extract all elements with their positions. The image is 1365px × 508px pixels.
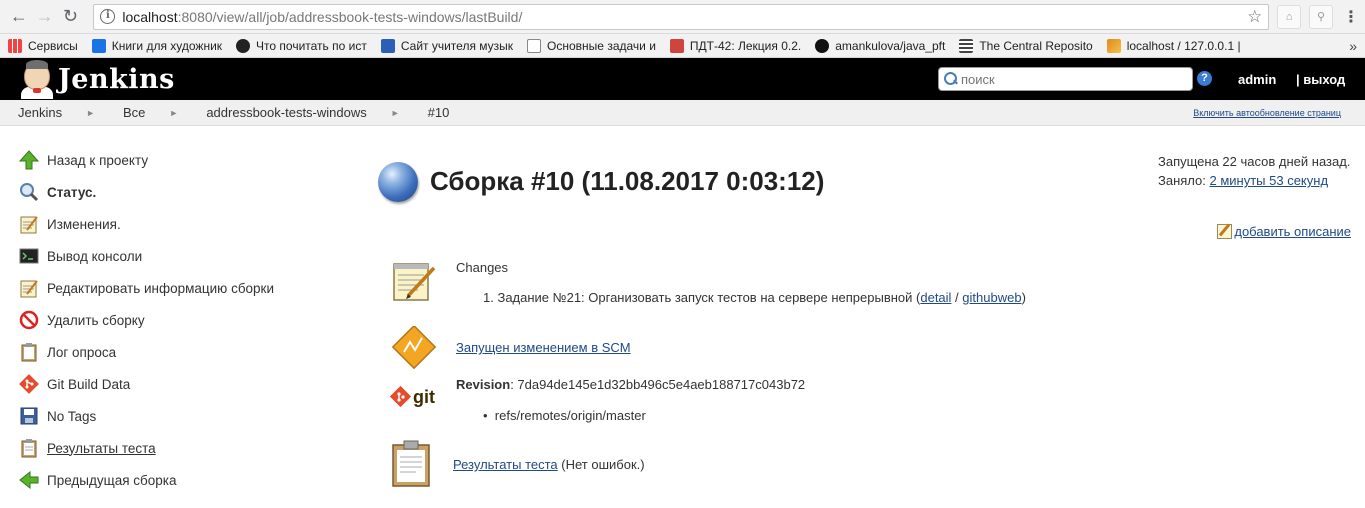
user-link[interactable]: admin xyxy=(1238,72,1276,87)
task-console-output[interactable]: Вывод консоли xyxy=(18,240,318,272)
extension-search-icon[interactable]: ⚲ xyxy=(1309,4,1333,29)
task-polling-log[interactable]: Лог опроса xyxy=(18,336,318,368)
change-detail-link[interactable]: detail xyxy=(920,290,951,305)
bullet: • xyxy=(483,408,495,423)
clipboard-icon xyxy=(390,440,434,491)
build-status-ball-icon xyxy=(378,162,418,202)
up-arrow-icon xyxy=(18,149,40,171)
task-no-tags[interactable]: No Tags xyxy=(18,400,318,432)
jenkins-header: Jenkins ? admin | выход xyxy=(0,58,1365,100)
bookmark-item[interactable]: Основные задачи и xyxy=(527,38,656,53)
board-icon xyxy=(527,38,542,53)
no-entry-icon xyxy=(18,309,40,331)
breadcrumb-jenkins[interactable]: Jenkins xyxy=(18,105,62,120)
changes-heading: Changes xyxy=(456,260,509,275)
breadcrumb-separator-icon[interactable]: ► xyxy=(391,108,400,118)
change-githubweb-link[interactable]: githubweb xyxy=(962,290,1021,305)
notepad-icon xyxy=(18,277,40,299)
task-changes[interactable]: Изменения. xyxy=(18,208,318,240)
git-logo-text: git xyxy=(413,387,435,407)
enable-autorefresh-link[interactable]: Включить автообновление страниц xyxy=(1193,108,1341,118)
notepad-icon xyxy=(390,258,436,307)
bookmark-item[interactable]: localhost / 127.0.0.1 | xyxy=(1106,38,1241,53)
search-icon xyxy=(18,181,40,203)
test-results-link[interactable]: Результаты теста xyxy=(453,457,558,472)
main-panel: Сборка #10 (11.08.2017 0:03:12) Запущена… xyxy=(378,144,1353,504)
git-icon xyxy=(18,373,40,395)
info-icon[interactable]: i xyxy=(100,9,116,24)
bookmark-item[interactable]: Книги для художник xyxy=(91,38,222,53)
back-icon[interactable]: ← xyxy=(6,4,32,30)
breadcrumb-all[interactable]: Все xyxy=(123,105,145,120)
bookmarks-bar: Сервисы Книги для художник Что почитать … xyxy=(0,34,1365,58)
browser-menu-icon[interactable]: ⋮ xyxy=(1343,7,1359,27)
music-icon xyxy=(380,38,395,53)
task-status[interactable]: Статус. xyxy=(18,176,318,208)
change-list-item: 1. Задание №21: Организовать запуск тест… xyxy=(483,290,1026,305)
browser-toolbar: ← → ↻ i localhost:8080/view/all/job/addr… xyxy=(0,0,1365,34)
bookmarks-more-button[interactable]: » xyxy=(1349,38,1357,54)
address-url[interactable]: localhost:8080/view/all/job/addressbook-… xyxy=(122,9,1247,25)
document-icon xyxy=(959,38,974,53)
butler-icon xyxy=(18,59,54,99)
scm-trigger-link[interactable]: Запущен изменением в SCM xyxy=(456,340,631,355)
search-icon xyxy=(943,71,959,87)
breadcrumb: Jenkins ► Все ► addressbook-tests-window… xyxy=(0,100,1365,126)
add-description-link[interactable]: добавить описание xyxy=(1217,224,1351,239)
bookmark-item[interactable]: The Central Reposito xyxy=(959,38,1093,53)
bookmark-item[interactable]: Что почитать по ист xyxy=(236,38,367,53)
bookmark-item[interactable]: Сервисы xyxy=(8,38,78,53)
notepad-icon xyxy=(18,213,40,235)
build-started-text: Запущена 22 часов дней назад. xyxy=(1158,154,1351,169)
scm-trigger-icon xyxy=(390,324,437,375)
jenkins-title: Jenkins xyxy=(58,63,175,95)
m-icon xyxy=(669,38,684,53)
task-edit-build-info[interactable]: Редактировать информацию сборки xyxy=(18,272,318,304)
search-box[interactable] xyxy=(938,67,1193,91)
breadcrumb-separator-icon[interactable]: ► xyxy=(86,108,95,118)
bookmark-item[interactable]: ПДТ-42: Лекция 0.2. xyxy=(669,38,801,53)
apps-icon xyxy=(8,38,22,53)
jenkins-logo[interactable]: Jenkins xyxy=(18,59,175,99)
bookmark-star-icon[interactable]: ☆ xyxy=(1247,7,1262,27)
test-results-summary: Результаты теста (Нет ошибок.) xyxy=(453,457,645,472)
git-ref-list-item: • refs/remotes/origin/master xyxy=(483,408,646,423)
task-delete-build[interactable]: Удалить сборку xyxy=(18,304,318,336)
help-icon[interactable]: ? xyxy=(1197,71,1212,86)
clipboard-icon xyxy=(18,437,40,459)
build-duration-link[interactable]: 2 минуты 53 секунд xyxy=(1210,173,1329,188)
edit-icon xyxy=(1217,224,1233,239)
github-icon xyxy=(815,38,830,53)
terminal-icon xyxy=(18,245,40,267)
breadcrumb-separator-icon[interactable]: ► xyxy=(169,108,178,118)
bookmark-item[interactable]: amankulova/java_pft xyxy=(815,38,945,53)
q-icon xyxy=(236,38,251,53)
build-duration: Заняло: 2 минуты 53 секунд xyxy=(1158,173,1329,188)
breadcrumb-job[interactable]: addressbook-tests-windows xyxy=(206,105,366,120)
left-arrow-icon xyxy=(18,469,40,491)
breadcrumb-build[interactable]: #10 xyxy=(428,105,450,120)
search-input[interactable] xyxy=(961,71,1186,87)
clipboard-icon xyxy=(18,341,40,363)
bookmark-item[interactable]: Сайт учителя музык xyxy=(380,38,513,53)
revision-text: Revision: 7da94de145e1d32bb496c5e4aeb188… xyxy=(456,377,806,392)
forward-icon[interactable]: → xyxy=(32,4,58,30)
save-icon xyxy=(18,405,40,427)
task-git-build-data[interactable]: Git Build Data xyxy=(18,368,318,400)
side-panel: Назад к проекту Статус. Изменения. Вывод… xyxy=(18,144,318,496)
task-test-results[interactable]: Результаты теста xyxy=(18,432,318,464)
reload-icon[interactable]: ↻ xyxy=(58,4,84,30)
shield-icon xyxy=(91,38,106,53)
phpmyadmin-icon xyxy=(1106,38,1121,53)
address-bar[interactable]: i localhost:8080/view/all/job/addressboo… xyxy=(93,3,1270,30)
task-previous-build[interactable]: Предыдущая сборка xyxy=(18,464,318,496)
page-title: Сборка #10 (11.08.2017 0:03:12) xyxy=(430,166,825,196)
logout-link[interactable]: | выход xyxy=(1296,72,1345,87)
git-logo-icon: git xyxy=(389,384,442,415)
extension-icon[interactable]: ⌂ xyxy=(1277,4,1302,29)
task-back-to-project[interactable]: Назад к проекту xyxy=(18,144,318,176)
